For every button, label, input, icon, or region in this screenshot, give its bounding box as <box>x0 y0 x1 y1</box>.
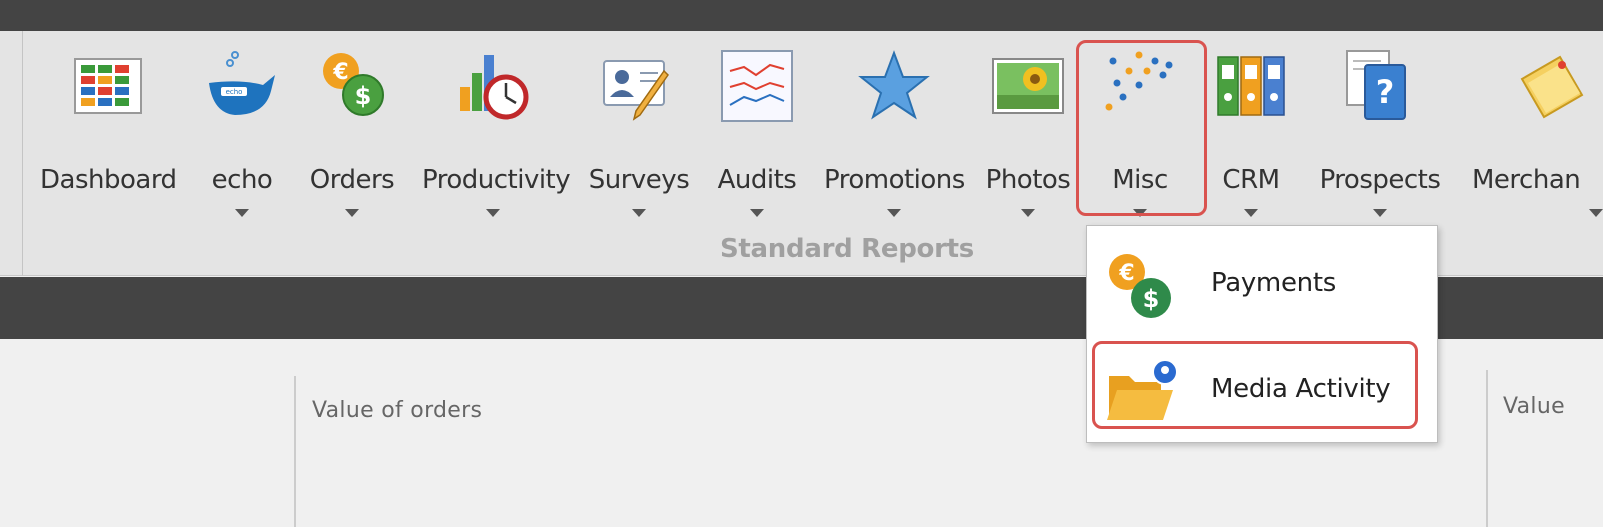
question-document-icon: ? <box>1343 49 1417 123</box>
ribbon-button-label: Audits <box>717 165 797 195</box>
ribbon-button-dashboard[interactable]: Dashboard <box>40 47 177 217</box>
menu-item-label: Payments <box>1211 268 1336 298</box>
ribbon-button-label: Productivity <box>422 165 571 195</box>
photo-icon <box>991 49 1065 123</box>
chevron-down-icon <box>750 209 764 217</box>
svg-text:$: $ <box>1143 285 1160 313</box>
binders-icon <box>1214 49 1288 123</box>
media-activity-highlight-box <box>1092 341 1418 429</box>
ribbon-button-label: Promotions <box>824 165 965 195</box>
chevron-down-icon <box>486 209 500 217</box>
dashboard-grid-icon <box>71 49 145 123</box>
chevron-down-icon <box>1373 209 1387 217</box>
svg-text:$: $ <box>355 82 372 110</box>
svg-text:€: € <box>1118 261 1134 286</box>
ribbon-button-photos[interactable]: Photos <box>984 47 1072 217</box>
ribbon-button-surveys[interactable]: Surveys <box>588 47 690 217</box>
panel-divider <box>294 376 296 527</box>
ribbon-button-echo[interactable]: echo echo <box>198 47 286 217</box>
panel-title-value-of-orders: Value of orders <box>312 398 483 423</box>
ribbon-button-label: Orders <box>309 165 395 195</box>
svg-text:echo: echo <box>226 88 243 96</box>
panel-title-value: Value <box>1503 394 1565 419</box>
ribbon-button-productivity[interactable]: Productivity <box>422 47 571 217</box>
svg-text:€: € <box>332 60 348 85</box>
chevron-down-icon <box>1244 209 1258 217</box>
ribbon-button-label: Photos <box>985 165 1071 195</box>
svg-text:?: ? <box>1376 73 1395 111</box>
title-bar <box>0 0 1603 31</box>
chart-clock-icon <box>456 49 530 123</box>
ribbon-button-crm[interactable]: CRM <box>1212 47 1290 217</box>
id-card-pencil-icon <box>602 49 676 123</box>
chevron-down-icon <box>887 209 901 217</box>
ribbon-button-label: Dashboard <box>40 165 177 195</box>
ribbon-button-label: echo <box>211 165 273 195</box>
currency-coins-icon: € $ <box>315 49 389 123</box>
sticky-notes-icon <box>1516 49 1590 123</box>
chevron-down-icon <box>345 209 359 217</box>
menu-item-payments[interactable]: € $ Payments <box>1087 240 1437 326</box>
ribbon-button-promotions[interactable]: Promotions <box>824 47 965 217</box>
ribbon-button-audits[interactable]: Audits <box>714 47 800 217</box>
chevron-down-icon <box>632 209 646 217</box>
whale-icon: echo <box>205 49 279 123</box>
ribbon-button-label: Merchan <box>1472 165 1581 195</box>
ribbon-button-label: Surveys <box>588 165 690 195</box>
chevron-down-icon <box>235 209 249 217</box>
ribbon-button-orders[interactable]: € $ Orders <box>306 47 398 217</box>
chevron-down-icon <box>1589 209 1603 217</box>
ribbon-button-prospects[interactable]: ? Prospects <box>1316 47 1444 217</box>
line-chart-icon <box>720 49 794 123</box>
ribbon-button-merchandising[interactable]: Merchan <box>1466 47 1603 217</box>
ribbon-separator <box>22 31 23 276</box>
misc-highlight-box <box>1076 40 1207 216</box>
ribbon-group-label: Standard Reports <box>720 234 974 264</box>
currency-coins-icon: € $ <box>1105 250 1177 322</box>
chevron-down-icon <box>1021 209 1035 217</box>
panel-divider <box>1486 370 1488 527</box>
star-icon <box>857 49 931 123</box>
ribbon-button-label: Prospects <box>1319 165 1441 195</box>
ribbon-button-label: CRM <box>1222 165 1280 195</box>
